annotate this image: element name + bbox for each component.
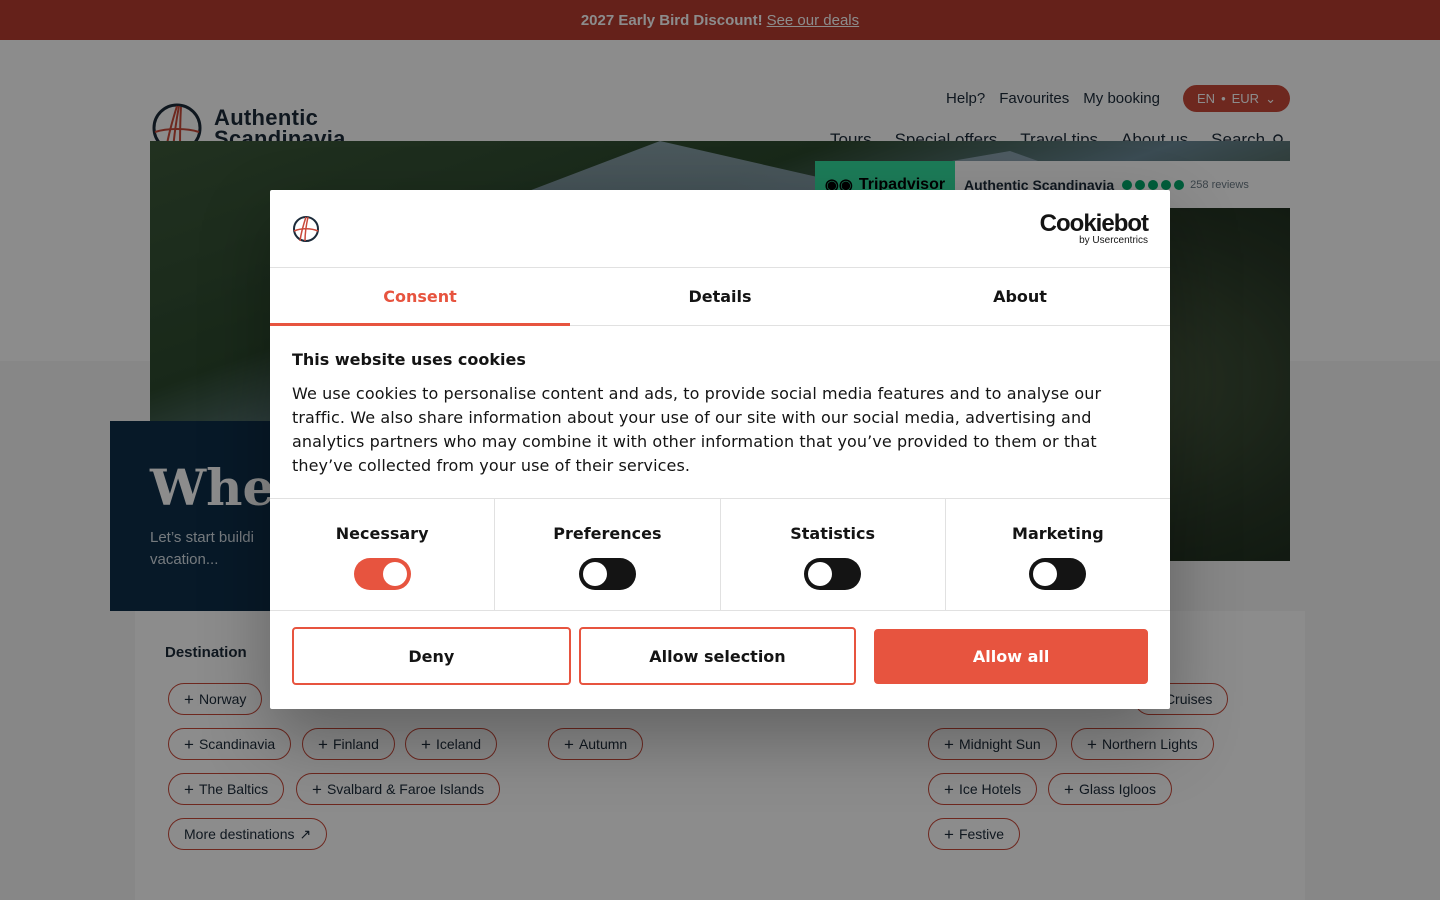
cookiebot-brand: Cookiebot <box>1039 210 1149 237</box>
consent-text: We use cookies to personalise content an… <box>292 384 1102 475</box>
allow-all-button[interactable]: Allow all <box>874 628 1148 684</box>
toggle-label-necessary: Necessary <box>335 524 429 543</box>
tab-about[interactable]: About <box>870 268 1170 325</box>
cookiebot-logo[interactable]: Cookiebot by Usercentrics <box>1039 210 1149 246</box>
toggle-label-preferences: Preferences <box>553 524 662 543</box>
toggle-label-statistics: Statistics <box>790 524 875 543</box>
statistics-toggle[interactable] <box>804 558 862 590</box>
cookiebot-sub: by Usercentrics <box>1079 235 1148 246</box>
toggle-knob <box>582 562 607 586</box>
toggle-cell-marketing: Marketing <box>946 499 1170 610</box>
deny-button[interactable]: Deny <box>292 627 571 685</box>
toggle-knob <box>382 562 407 586</box>
toggle-knob <box>808 562 833 586</box>
tab-details[interactable]: Details <box>570 268 870 325</box>
toggle-cell-statistics: Statistics <box>721 499 946 610</box>
consent-toggles: Necessary Preferences Statistics Marketi… <box>270 499 1170 611</box>
toggle-cell-preferences: Preferences <box>495 499 721 610</box>
cookie-consent-dialog: Cookiebot by Usercentrics Consent Detail… <box>270 190 1170 709</box>
marketing-toggle[interactable] <box>1029 558 1087 590</box>
toggle-label-marketing: Marketing <box>1012 524 1104 543</box>
necessary-toggle[interactable] <box>353 558 411 590</box>
toggle-cell-necessary: Necessary <box>270 499 496 610</box>
dialog-actions: Deny Allow selection Allow all <box>292 627 1148 685</box>
dialog-header: Cookiebot by Usercentrics <box>270 190 1170 268</box>
allow-selection-button[interactable]: Allow selection <box>578 627 857 685</box>
site-logo-icon <box>293 216 319 242</box>
preferences-toggle[interactable] <box>578 558 636 590</box>
toggle-knob <box>1033 562 1058 586</box>
dialog-tabs: Consent Details About <box>270 268 1170 326</box>
consent-title: This website uses cookies <box>292 350 526 369</box>
tab-consent[interactable]: Consent <box>270 268 570 326</box>
consent-body: This website uses cookies We use cookies… <box>270 326 1170 499</box>
